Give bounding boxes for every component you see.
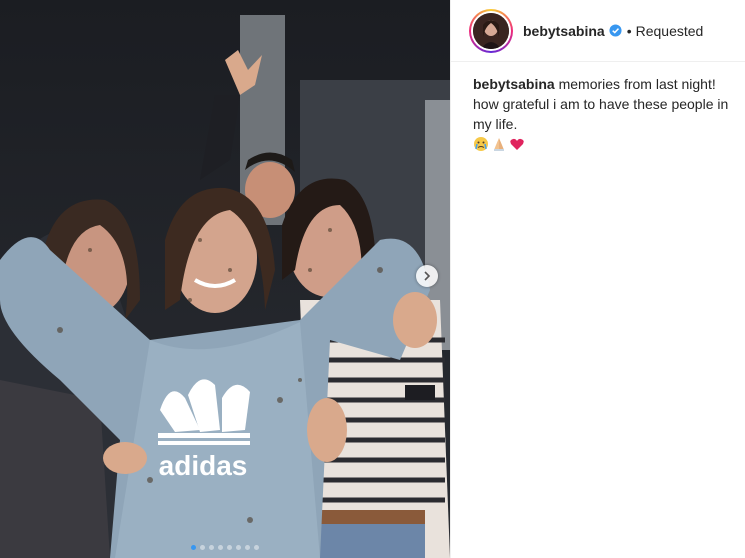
header-separator: • [626, 22, 632, 39]
carousel-next-button[interactable] [416, 265, 438, 287]
post-header: bebytsabina • Requested [451, 0, 745, 62]
caption-username-link[interactable]: bebytsabina [473, 76, 555, 92]
heart-emoji-icon [509, 136, 525, 152]
profile-photo [473, 12, 509, 49]
post-sidebar: bebytsabina • Requested bebytsabina memo… [450, 0, 745, 558]
username-link[interactable]: bebytsabina [523, 23, 605, 39]
carousel-dot [236, 545, 241, 550]
carousel-dot [218, 545, 223, 550]
post-caption: bebytsabina memories from last night! ho… [451, 62, 745, 152]
carousel-dot [245, 545, 250, 550]
avatar[interactable] [469, 8, 513, 53]
carousel-dot [227, 545, 232, 550]
caption-emojis [473, 136, 737, 152]
carousel-dot [209, 545, 214, 550]
carousel-indicator [0, 545, 450, 550]
chevron-right-icon [424, 271, 431, 281]
photo-image: adidas [0, 0, 450, 558]
carousel-dot [200, 545, 205, 550]
sweatshirt-logo-text: adidas [159, 450, 248, 481]
verified-badge-icon [609, 24, 622, 37]
carousel-dot [254, 545, 259, 550]
carousel-dot [191, 545, 196, 550]
folded-hands-emoji-icon [491, 136, 507, 152]
post-photo[interactable]: adidas [0, 0, 450, 558]
follow-status-button[interactable]: Requested [636, 23, 704, 39]
crying-face-emoji-icon [473, 136, 489, 152]
